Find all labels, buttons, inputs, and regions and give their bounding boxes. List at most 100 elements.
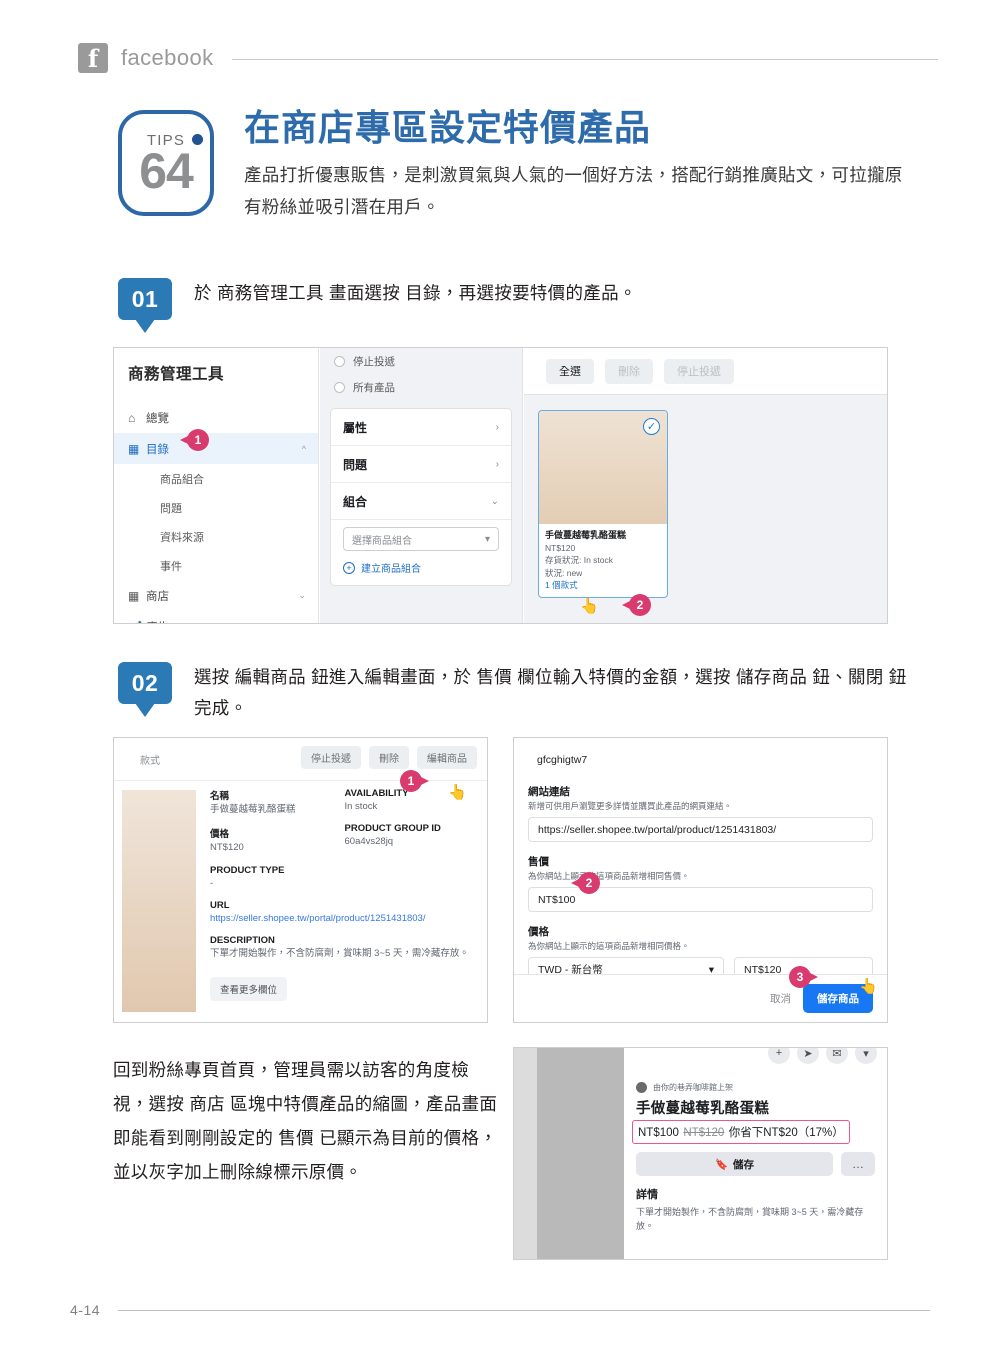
screenshot-shop-product-view: + ➤ ✉ ▾ 由你的巷弄咖啡館上架 手做蔓越莓乳酪蛋糕 NT$100 NT$1…	[513, 1047, 888, 1260]
detail-text: 下單才開始製作，不含防腐劑，賞味期 3~5 天，需冷藏存放。	[636, 1207, 864, 1231]
section-label: 問題	[343, 457, 368, 472]
price-old: NT$120	[683, 1127, 725, 1139]
step-01-badge: 01	[118, 278, 172, 333]
store-icon: ▦	[128, 588, 140, 603]
pause-delivery-button[interactable]: 停止投遞	[301, 746, 361, 769]
tip-description: 產品打折優惠販售，是刺激買氣與人氣的一個好方法，搭配行銷推廣貼文，可拉攏原有粉絲…	[244, 165, 903, 217]
filter-label: 停止投遞	[353, 355, 395, 368]
header-divider	[231, 59, 938, 60]
sale-price-input[interactable]: NT$100	[528, 887, 873, 912]
sidebar-item-events[interactable]: 事件	[114, 551, 318, 580]
product-detail-topbar: 款式 停止投遞 刪除 編輯商品	[114, 738, 487, 781]
section-issues[interactable]: 問題 ›	[331, 446, 511, 483]
product-stock: 存貨狀況: In stock	[545, 555, 614, 566]
chevron-down-icon: ▾	[484, 533, 490, 545]
cancel-button[interactable]: 取消	[770, 991, 791, 1006]
website-link-input[interactable]: https://seller.shopee.tw/portal/product/…	[528, 817, 873, 842]
message-icon[interactable]: ✉	[826, 1048, 848, 1064]
bookmark-icon: 🔖	[714, 1158, 729, 1171]
share-icon[interactable]: ➤	[797, 1048, 819, 1064]
delete-button[interactable]: 刪除	[369, 746, 409, 769]
filter-option-all-products[interactable]: 所有產品	[320, 374, 522, 400]
product-condition: 狀況: new	[545, 567, 583, 578]
tab-variants[interactable]: 款式	[140, 752, 160, 767]
chevron-up-icon: ^	[301, 443, 306, 454]
sidebar-item-catalog[interactable]: ▦ 目錄 ^	[114, 433, 318, 464]
sidebar-item-shop[interactable]: ▦ 商店 ⌄	[114, 580, 318, 611]
price-highlight-box: NT$100 NT$120 你省下NT$20（17%）	[632, 1120, 850, 1144]
filter-panel: 停止投遞 所有產品 屬性 › 問題 › 組合 ⌄ 選擇商品組合 ▾ + 建立商品…	[320, 348, 523, 623]
radio-icon[interactable]	[334, 381, 345, 393]
sidebar-nav: ⌂ 總覽 ▦ 目錄 ^ 商品組合 問題 資料來源 事件 ▦ 商店 ⌄	[114, 402, 318, 624]
pause-delivery-button[interactable]: 停止投遞	[664, 358, 734, 384]
field-label-name: 名稱	[210, 791, 230, 802]
product-byline: 由你的巷弄咖啡館上架	[636, 1082, 875, 1093]
sidebar-item-label: 資料來源	[160, 531, 204, 544]
sidebar-item-label: 事件	[160, 560, 182, 573]
sidebar-item-label: 商品組合	[160, 473, 204, 486]
page-header: f facebook	[78, 36, 938, 80]
price-new: NT$100	[638, 1127, 679, 1139]
step-02-badge: 02	[118, 662, 172, 717]
section-attributes[interactable]: 屬性 ›	[331, 409, 511, 446]
cursor-icon-shot2a: 👆	[448, 784, 467, 801]
product-variants-link[interactable]: 1 個款式	[545, 579, 661, 591]
product-actions: 🔖 儲存 …	[636, 1152, 875, 1176]
field-label-product-type: PRODUCT TYPE	[210, 864, 285, 876]
sidebar-item-issues[interactable]: 問題	[114, 493, 318, 522]
save-button-label: 儲存	[733, 1158, 755, 1171]
sale-price-label: 售價	[528, 856, 549, 868]
page-title: 在商店專區設定特價產品	[244, 107, 652, 148]
tip-badge-dot	[192, 134, 203, 145]
product-thumbnail: ✓	[539, 411, 667, 524]
product-fields: 名稱 手做蔓越莓乳酪蛋糕 價格 NT$120 AVAILABILITY In s…	[210, 788, 479, 1002]
chevron-right-icon: ›	[495, 458, 499, 470]
check-icon[interactable]: ✓	[643, 418, 660, 435]
business-manager-sidebar: 商務管理工具 ⌂ 總覽 ▦ 目錄 ^ 商品組合 問題 資料來源 事件 ▦ 商店 …	[114, 348, 319, 623]
sidebar-item-label: 目錄	[146, 443, 169, 456]
sidebar-item-data-source[interactable]: 資料來源	[114, 522, 318, 551]
sidebar-item-label: 問題	[160, 502, 182, 515]
filter-option-paused[interactable]: 停止投遞	[320, 348, 522, 374]
show-more-fields-button[interactable]: 查看更多欄位	[210, 977, 288, 1002]
more-options-button[interactable]: …	[841, 1152, 875, 1176]
create-product-set-label: 建立商品組合	[361, 564, 421, 575]
page-footer: 4-14	[70, 1302, 930, 1318]
step-02-text: 選按 編輯商品 鈕進入編輯畫面，於 售價 欄位輸入特價的金額，選按 儲存商品 鈕…	[194, 667, 907, 718]
delete-button[interactable]: 刪除	[605, 358, 653, 384]
sidebar-item-ads[interactable]: 📢 廣告	[114, 611, 318, 624]
field-label-price: 價格	[210, 829, 230, 841]
product-meta: 手做蔓越莓乳酪蛋糕 NT$120 存貨狀況: In stock 狀況: new …	[539, 524, 667, 597]
megaphone-icon: 📢	[128, 620, 146, 624]
price-label: 價格	[528, 926, 549, 938]
website-link-hint: 新增可供用戶瀏覽更多詳情並購買此產品的網頁連結。	[528, 801, 733, 811]
price-hint: 為你網站上顯示的這項商品新增相同價格。	[528, 941, 690, 951]
select-all-button[interactable]: 全選	[546, 358, 594, 384]
product-code-field[interactable]: gfcghigtw7	[528, 747, 873, 772]
section-label: 組合	[343, 494, 368, 509]
product-detail-buttons: 停止投遞 刪除 編輯商品	[301, 746, 477, 769]
product-card[interactable]: ✓ 手做蔓越莓乳酪蛋糕 NT$120 存貨狀況: In stock 狀況: ne…	[538, 410, 668, 599]
product-set-select[interactable]: 選擇商品組合 ▾	[343, 527, 499, 551]
step-02: 02 選按 編輯商品 鈕進入編輯畫面，於 售價 欄位輸入特價的金額，選按 儲存商…	[118, 662, 908, 723]
section-combination[interactable]: 組合 ⌄	[331, 483, 511, 520]
grid-icon: ▦	[128, 441, 140, 456]
save-button[interactable]: 🔖 儲存	[636, 1152, 833, 1176]
edit-product-button[interactable]: 編輯商品	[417, 746, 477, 769]
screenshot-edit-product: gfcghigtw7 網站連結 新增可供用戶瀏覽更多詳情並購買此產品的網頁連結。…	[513, 737, 888, 1023]
callout-3-shot2b: 3	[789, 966, 818, 988]
sidebar-item-overview[interactable]: ⌂ 總覽	[114, 402, 318, 433]
plus-icon[interactable]: +	[768, 1048, 790, 1064]
product-price: NT$120	[545, 543, 576, 554]
callout-2-shot2b: 2	[571, 872, 600, 894]
facebook-wordmark: facebook	[121, 45, 214, 70]
field-label-product-group-id: PRODUCT GROUP ID	[344, 823, 441, 835]
create-product-set-link[interactable]: + 建立商品組合	[343, 560, 499, 575]
field-value-url[interactable]: https://seller.shopee.tw/portal/product/…	[210, 912, 479, 925]
sidebar-item-product-set[interactable]: 商品組合	[114, 464, 318, 493]
cursor-icon-shot1: 👆	[580, 598, 599, 615]
website-link-label: 網站連結	[528, 786, 570, 798]
field-value-description: 下單才開始製作，不含防腐劑，賞味期 3~5 天，需冷藏存放。	[210, 948, 469, 960]
chevron-down-icon[interactable]: ▾	[855, 1048, 877, 1064]
radio-icon[interactable]	[334, 355, 345, 367]
